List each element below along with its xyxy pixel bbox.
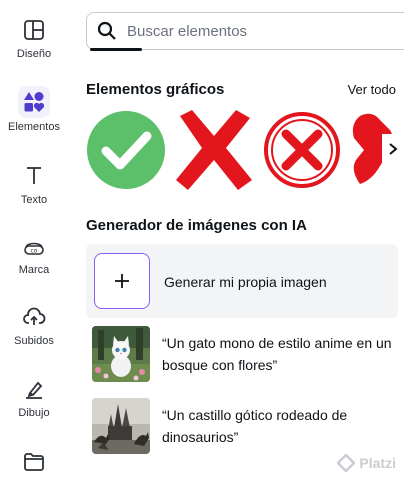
see-all-link[interactable]: Ver todo bbox=[348, 82, 396, 97]
pen-icon bbox=[26, 381, 43, 399]
sidebar-item-label: Marca bbox=[18, 264, 50, 276]
platzi-logo-icon bbox=[337, 454, 356, 472]
sidebar-item-projects[interactable] bbox=[0, 450, 68, 474]
search-input[interactable]: Buscar elementos bbox=[86, 12, 404, 50]
prompt-text: “Un gato mono de estilo anime en un bosq… bbox=[162, 335, 392, 373]
gothic-castle-image bbox=[92, 398, 150, 454]
elements-panel: Buscar elementos Elementos gráficos Ver … bbox=[68, 0, 404, 478]
sidebar-item-label: Texto bbox=[20, 194, 48, 206]
graphics-section-title: Elementos gráficos bbox=[86, 81, 225, 98]
sidebar-item-label: Elementos bbox=[8, 121, 60, 133]
sidebar-item-brand[interactable]: co Marca bbox=[0, 234, 68, 276]
search-icon bbox=[97, 21, 116, 40]
sidebar-item-text[interactable]: Texto bbox=[0, 164, 68, 206]
sidebar-item-elements[interactable]: Elementos bbox=[0, 86, 68, 133]
chevron-right-icon bbox=[389, 143, 398, 155]
anime-cat-image bbox=[92, 326, 150, 382]
sidebar-item-label: Subidos bbox=[14, 335, 54, 347]
generate-label: Generar mi propia imagen bbox=[164, 274, 327, 290]
prompt-suggestion[interactable]: “Un castillo gótico rodeado de dinosauri… bbox=[86, 398, 398, 456]
generate-own-image-button[interactable]: Generar mi propia imagen bbox=[86, 244, 398, 318]
sidebar-item-design[interactable]: Diseño bbox=[0, 18, 68, 60]
watermark-text: Platzi bbox=[359, 455, 396, 471]
cloud-upload-icon bbox=[23, 307, 46, 325]
prompt-suggestion[interactable]: “Un gato mono de estilo anime en un bosq… bbox=[86, 326, 398, 384]
shapes-icon bbox=[24, 92, 45, 112]
sidebar-item-label: Dibujo bbox=[18, 407, 50, 419]
folder-icon bbox=[24, 453, 44, 471]
text-icon bbox=[27, 167, 41, 184]
sidebar: Diseño Elementos Texto co Marca Subidos … bbox=[0, 0, 68, 478]
active-indicator bbox=[18, 86, 50, 118]
check-mark-icon[interactable] bbox=[86, 110, 166, 190]
red-x-icon[interactable] bbox=[174, 110, 254, 190]
scroll-right-button[interactable] bbox=[382, 134, 404, 164]
red-circle-x-icon[interactable] bbox=[262, 110, 342, 190]
platzi-watermark: Platzi bbox=[337, 454, 396, 472]
brand-icon: co bbox=[24, 242, 44, 255]
search-placeholder: Buscar elementos bbox=[127, 23, 248, 40]
svg-text:co: co bbox=[31, 248, 38, 255]
plus-icon bbox=[115, 274, 129, 288]
sidebar-item-draw[interactable]: Dibujo bbox=[0, 377, 68, 419]
search-tab-indicator bbox=[90, 48, 142, 51]
sidebar-item-label: Diseño bbox=[16, 48, 52, 60]
sidebar-item-uploads[interactable]: Subidos bbox=[0, 305, 68, 347]
ai-generator-section-title: Generador de imágenes con IA bbox=[86, 217, 307, 234]
layout-icon bbox=[24, 20, 44, 40]
prompt-text: “Un castillo gótico rodeado de dinosauri… bbox=[162, 407, 348, 445]
plus-box bbox=[94, 253, 150, 309]
